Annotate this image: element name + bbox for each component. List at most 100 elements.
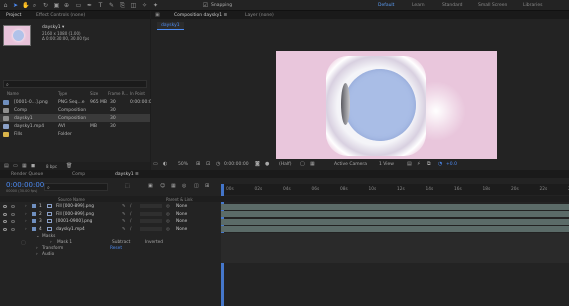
- brainstorm-icon[interactable]: ⊞: [205, 183, 209, 189]
- project-settings-icon[interactable]: ◼: [31, 163, 35, 169]
- layer-name[interactable]: Fill [000-899].png: [56, 212, 94, 217]
- layer-duration-bar[interactable]: [221, 203, 569, 210]
- layer-row[interactable]: › 4 daysky1.mp4 ✎ / ◎ None: [0, 226, 569, 233]
- new-composition-icon[interactable]: ▦: [22, 163, 27, 169]
- workspace-standard[interactable]: Standard: [442, 3, 462, 8]
- breadcrumb[interactable]: daysky1: [157, 22, 184, 30]
- region-of-interest-icon[interactable]: ▢: [300, 161, 305, 167]
- workspace-small-screen[interactable]: Small Screen: [478, 3, 507, 8]
- parent-select[interactable]: None: [176, 204, 187, 209]
- shy-layers-icon[interactable]: ☺: [160, 183, 165, 189]
- expand-arrow-icon[interactable]: ›: [50, 240, 52, 245]
- shy-switch-icon[interactable]: ✎: [122, 212, 126, 217]
- audio-icon[interactable]: [11, 212, 15, 216]
- frame-blending-icon[interactable]: ▦: [171, 183, 176, 189]
- selection-tool-icon[interactable]: ➤: [12, 2, 19, 9]
- shy-switch-icon[interactable]: ✎: [122, 219, 126, 224]
- current-time[interactable]: 0:00:00:00: [224, 162, 249, 167]
- audio-icon[interactable]: [11, 227, 15, 231]
- mask-lock-icon[interactable]: ▢: [21, 240, 26, 246]
- mask1-label[interactable]: Mask 1: [57, 240, 72, 245]
- snapshot-icon[interactable]: ◙: [255, 161, 260, 167]
- puppet-tool-icon[interactable]: ✦: [152, 2, 159, 9]
- rectangle-tool-icon[interactable]: ▭: [75, 2, 82, 9]
- layer-row[interactable]: › 2 Fill [000-899].png ✎ / ◎ None: [0, 211, 569, 218]
- eraser-tool-icon[interactable]: ◫: [130, 2, 137, 9]
- expand-arrow-icon[interactable]: ⌄: [36, 234, 40, 239]
- snapping-checkbox-icon[interactable]: ☑: [202, 2, 209, 9]
- layer-row[interactable]: › 1 Fill [000-899].png ✎ / ◎ None: [0, 203, 569, 210]
- masks-group[interactable]: Masks: [42, 234, 55, 239]
- pan-behind-icon[interactable]: ⊕: [63, 2, 70, 9]
- parent-select[interactable]: None: [176, 219, 187, 224]
- col-frame-rate[interactable]: Frame R...: [108, 91, 128, 96]
- project-search-input[interactable]: ⌕: [3, 80, 147, 88]
- graph-editor-icon[interactable]: ◫: [194, 183, 199, 189]
- tab-layer[interactable]: Layer (none): [245, 13, 274, 18]
- fx-switch-icon[interactable]: /: [130, 212, 131, 217]
- zoom-select[interactable]: 50%: [178, 162, 188, 167]
- interpret-footage-icon[interactable]: ▤: [4, 163, 9, 169]
- motion-blur-icon[interactable]: ◎: [182, 183, 186, 189]
- tab-composition[interactable]: Composition daysky1 ≡: [174, 13, 227, 18]
- exposure-icon[interactable]: ◔: [438, 161, 442, 167]
- roto-brush-icon[interactable]: ✧: [141, 2, 148, 9]
- view-layout-select[interactable]: 1 View: [379, 162, 394, 167]
- project-item[interactable]: daysky1 Composition 30: [0, 114, 150, 122]
- label-color-icon[interactable]: [32, 226, 36, 231]
- composition-viewer[interactable]: [276, 51, 497, 161]
- camera-tool-icon[interactable]: ▣: [53, 2, 60, 9]
- transform-group[interactable]: Transform: [42, 246, 63, 251]
- mask-visibility-icon[interactable]: ◐: [163, 161, 167, 167]
- tab-render-queue[interactable]: Render Queue: [11, 172, 43, 177]
- layer-name[interactable]: Fill [000-899].png: [56, 204, 94, 209]
- col-type[interactable]: Type: [58, 91, 67, 96]
- switches-block[interactable]: [140, 226, 162, 231]
- pickwhip-icon[interactable]: ◎: [166, 227, 170, 232]
- expand-arrow-icon[interactable]: ›: [25, 212, 27, 217]
- new-folder-icon[interactable]: ▭: [13, 163, 18, 169]
- camera-select[interactable]: Active Camera: [334, 162, 367, 167]
- eye-icon[interactable]: [3, 227, 7, 231]
- workspace-default[interactable]: Default: [378, 3, 394, 8]
- label-color-icon[interactable]: [32, 219, 36, 223]
- col-name[interactable]: Name: [7, 91, 19, 96]
- workspace-learn[interactable]: Learn: [412, 3, 425, 8]
- project-item[interactable]: Fills Folder: [0, 130, 150, 138]
- mask-inverted-checkbox[interactable]: Inverted: [145, 240, 163, 245]
- col-source-name[interactable]: Source Name: [58, 197, 85, 202]
- timeline-timecode[interactable]: 0:00:00:00: [6, 181, 44, 189]
- transform-reset-link[interactable]: Reset: [110, 246, 122, 251]
- expand-arrow-icon[interactable]: ›: [25, 227, 27, 232]
- pen-tool-icon[interactable]: ✒: [86, 2, 93, 9]
- audio-icon[interactable]: [11, 205, 15, 208]
- clone-stamp-icon[interactable]: ⎘: [119, 2, 126, 9]
- rotate-tool-icon[interactable]: ↻: [42, 2, 49, 9]
- grid-icon[interactable]: ⊞: [196, 161, 200, 167]
- expand-arrow-icon[interactable]: ›: [36, 246, 38, 251]
- col-parent-link[interactable]: Parent & Link: [166, 197, 193, 202]
- parent-select[interactable]: None: [176, 227, 187, 232]
- fx-switch-icon[interactable]: /: [130, 204, 131, 209]
- pickwhip-icon[interactable]: ◎: [166, 219, 170, 224]
- tab-effect-controls[interactable]: Effect Controls (none): [36, 13, 85, 18]
- layer-row[interactable]: › 3 [0001-0900].png ✎ / ◎ None: [0, 218, 569, 225]
- layer-duration-bar[interactable]: [221, 218, 569, 225]
- bit-depth-label[interactable]: 8 bpc: [46, 164, 57, 169]
- project-item[interactable]: daysky1.mp4 AVI MB 30: [0, 122, 150, 130]
- col-in-point[interactable]: In Point: [130, 91, 145, 96]
- pickwhip-icon[interactable]: ◎: [166, 204, 170, 209]
- transparency-grid-icon[interactable]: ▦: [310, 161, 315, 167]
- layer-duration-bar[interactable]: [221, 226, 569, 232]
- project-item[interactable]: [0001-0...].png PNG Seq...e 965 MB 30 0:00:0…: [0, 98, 155, 106]
- flowchart-icon[interactable]: ⧉: [427, 161, 431, 167]
- zoom-tool-icon[interactable]: ⌕: [31, 2, 38, 9]
- expand-arrow-icon[interactable]: ›: [36, 252, 38, 257]
- fast-previews-icon[interactable]: ⚡: [417, 161, 421, 167]
- layer-duration-bar[interactable]: [221, 211, 569, 217]
- label-color-icon[interactable]: [32, 211, 36, 216]
- toggle-pixel-aspect-icon[interactable]: ▤: [407, 161, 412, 167]
- fx-switch-icon[interactable]: /: [130, 219, 131, 224]
- tab-daysky1[interactable]: daysky1 ≡: [115, 172, 139, 177]
- type-tool-icon[interactable]: T: [97, 2, 104, 9]
